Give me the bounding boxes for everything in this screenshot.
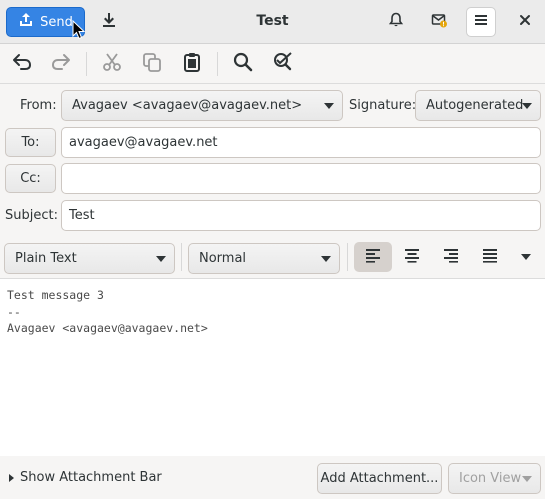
subject-label: Subject: — [5, 208, 58, 223]
mail-status-button[interactable] — [424, 7, 454, 37]
attachment-bar: Show Attachment Bar Add Attachment... Ic… — [0, 456, 545, 499]
cc-field[interactable] — [61, 163, 541, 194]
subject-field[interactable]: Test — [61, 200, 541, 231]
add-attachment-button[interactable]: Add Attachment... — [317, 463, 442, 494]
format-toolbar: Plain Text Normal — [0, 237, 545, 279]
undo-icon — [11, 51, 33, 77]
mouse-pointer-icon — [72, 20, 86, 40]
from-value: Avagaev <avagaev@avagaev.net> — [72, 98, 303, 113]
redo-icon — [50, 51, 72, 77]
chevron-down-icon — [522, 102, 532, 109]
spell-check-icon — [272, 51, 294, 77]
copy-icon — [141, 51, 163, 77]
to-button-label: To: — [21, 135, 40, 150]
close-icon — [517, 12, 533, 32]
align-center-icon — [404, 247, 420, 267]
spell-check-button[interactable] — [269, 50, 297, 78]
paste-icon — [181, 51, 203, 77]
paragraph-style-value: Normal — [199, 251, 247, 266]
to-button[interactable]: To: — [5, 128, 56, 157]
save-draft-icon — [101, 12, 117, 32]
copy-button[interactable] — [138, 50, 166, 78]
mail-alert-icon — [431, 12, 447, 32]
cut-icon — [101, 51, 123, 77]
signature-combo[interactable]: Autogenerated — [415, 90, 541, 121]
find-button[interactable] — [229, 50, 257, 78]
send-label: Send — [40, 14, 73, 30]
editor-mode-combo[interactable]: Plain Text — [4, 243, 175, 274]
signature-label: Signature: — [349, 98, 417, 113]
view-mode-value: Icon View — [459, 471, 522, 486]
view-mode-combo[interactable]: Icon View — [448, 463, 541, 494]
save-draft-button[interactable] — [94, 7, 124, 37]
to-field[interactable]: avagaev@avagaev.net — [61, 127, 541, 158]
to-value: avagaev@avagaev.net — [69, 135, 218, 150]
chevron-down-icon — [522, 475, 532, 482]
find-icon — [232, 51, 254, 77]
more-format-button[interactable] — [510, 242, 542, 272]
edit-toolbar — [0, 44, 545, 84]
headerbar: Send Test — [0, 0, 545, 44]
undo-button[interactable] — [8, 50, 36, 78]
chevron-down-icon — [156, 255, 166, 262]
align-right-button[interactable] — [432, 242, 470, 272]
signature-value: Autogenerated — [426, 98, 524, 113]
main-menu-button[interactable] — [466, 7, 496, 37]
close-button[interactable] — [510, 7, 540, 37]
send-icon — [18, 12, 34, 32]
attachment-bar-label: Show Attachment Bar — [20, 470, 162, 485]
paste-button[interactable] — [178, 50, 206, 78]
from-combo[interactable]: Avagaev <avagaev@avagaev.net> — [61, 90, 343, 121]
hamburger-menu-icon — [473, 12, 489, 32]
justify-button[interactable] — [471, 242, 509, 272]
message-body-editor[interactable]: Test message 3 -- Avagaev <avagaev@avaga… — [0, 280, 545, 455]
editor-mode-value: Plain Text — [15, 251, 77, 266]
align-left-button[interactable] — [354, 242, 392, 272]
add-attachment-label: Add Attachment... — [320, 471, 439, 486]
align-justify-icon — [482, 247, 498, 267]
cc-button-label: Cc: — [20, 171, 41, 186]
chevron-down-icon — [321, 255, 331, 262]
align-center-button[interactable] — [393, 242, 431, 272]
message-headers: From: Avagaev <avagaev@avagaev.net> Sign… — [0, 84, 545, 237]
align-left-icon — [365, 247, 381, 267]
subject-value: Test — [69, 208, 95, 223]
expander-arrow-icon — [9, 473, 14, 482]
redo-button[interactable] — [47, 50, 75, 78]
notification-button[interactable] — [381, 7, 411, 37]
from-label: From: — [20, 98, 57, 113]
notification-bell-icon — [388, 12, 404, 32]
cc-button[interactable]: Cc: — [5, 164, 56, 193]
paragraph-style-combo[interactable]: Normal — [188, 243, 340, 274]
cut-button[interactable] — [98, 50, 126, 78]
chevron-down-icon — [324, 102, 334, 109]
chevron-down-icon — [521, 254, 531, 260]
align-right-icon — [443, 247, 459, 267]
attachment-bar-expander[interactable]: Show Attachment Bar — [9, 470, 162, 485]
